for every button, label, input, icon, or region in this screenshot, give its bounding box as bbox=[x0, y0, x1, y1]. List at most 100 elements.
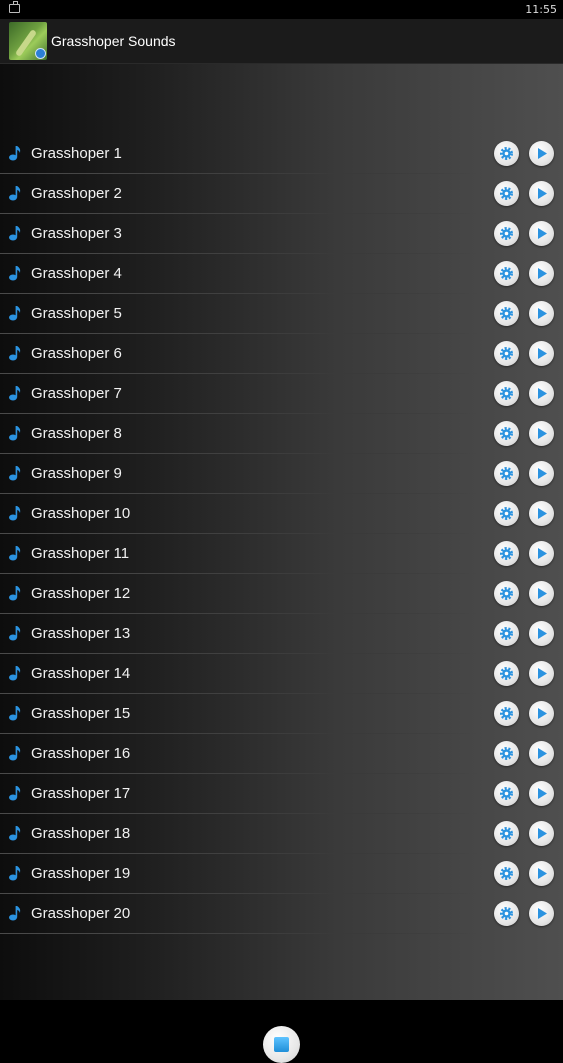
play-button[interactable] bbox=[529, 301, 554, 326]
settings-button[interactable] bbox=[494, 141, 519, 166]
list-item[interactable]: Grasshoper 7 bbox=[0, 374, 563, 414]
list-item[interactable]: Grasshoper 4 bbox=[0, 254, 563, 294]
settings-button[interactable] bbox=[494, 381, 519, 406]
settings-button[interactable] bbox=[494, 661, 519, 686]
play-icon bbox=[538, 508, 547, 519]
play-icon bbox=[538, 548, 547, 559]
stop-icon bbox=[274, 1037, 289, 1052]
music-note-icon bbox=[9, 466, 21, 481]
gear-icon bbox=[500, 467, 513, 480]
music-note-icon bbox=[9, 346, 21, 361]
settings-button[interactable] bbox=[494, 261, 519, 286]
list-item[interactable]: Grasshoper 10 bbox=[0, 494, 563, 534]
settings-button[interactable] bbox=[494, 621, 519, 646]
sound-label: Grasshoper 10 bbox=[31, 505, 131, 522]
play-button[interactable] bbox=[529, 221, 554, 246]
sound-label: Grasshoper 16 bbox=[31, 745, 131, 762]
music-note-icon bbox=[9, 666, 21, 681]
sound-label: Grasshoper 7 bbox=[31, 385, 122, 402]
settings-button[interactable] bbox=[494, 301, 519, 326]
list-item[interactable]: Grasshoper 3 bbox=[0, 214, 563, 254]
music-note-icon bbox=[9, 786, 21, 801]
music-note-icon bbox=[9, 866, 21, 881]
play-button[interactable] bbox=[529, 381, 554, 406]
play-button[interactable] bbox=[529, 461, 554, 486]
sound-label: Grasshoper 6 bbox=[31, 345, 122, 362]
play-icon bbox=[538, 388, 547, 399]
settings-button[interactable] bbox=[494, 421, 519, 446]
list-item[interactable]: Grasshoper 20 bbox=[0, 894, 563, 934]
music-note-icon bbox=[9, 266, 21, 281]
list-item[interactable]: Grasshoper 2 bbox=[0, 174, 563, 214]
settings-button[interactable] bbox=[494, 781, 519, 806]
play-button[interactable] bbox=[529, 581, 554, 606]
settings-button[interactable] bbox=[494, 501, 519, 526]
settings-button[interactable] bbox=[494, 861, 519, 886]
gear-icon bbox=[500, 667, 513, 680]
play-button[interactable] bbox=[529, 741, 554, 766]
play-button[interactable] bbox=[529, 701, 554, 726]
play-icon bbox=[538, 468, 547, 479]
sound-label: Grasshoper 3 bbox=[31, 225, 122, 242]
play-icon bbox=[538, 828, 547, 839]
play-icon bbox=[538, 348, 547, 359]
sound-label: Grasshoper 9 bbox=[31, 465, 122, 482]
app-logo-icon[interactable] bbox=[9, 22, 47, 60]
list-item[interactable]: Grasshoper 14 bbox=[0, 654, 563, 694]
settings-button[interactable] bbox=[494, 901, 519, 926]
list-item[interactable]: Grasshoper 15 bbox=[0, 694, 563, 734]
settings-button[interactable] bbox=[494, 581, 519, 606]
play-icon bbox=[538, 148, 547, 159]
gear-icon bbox=[500, 787, 513, 800]
sound-label: Grasshoper 12 bbox=[31, 585, 131, 602]
list-item[interactable]: Grasshoper 6 bbox=[0, 334, 563, 374]
play-button[interactable] bbox=[529, 901, 554, 926]
stop-button[interactable] bbox=[263, 1026, 300, 1063]
music-note-icon bbox=[9, 906, 21, 921]
list-item[interactable]: Grasshoper 8 bbox=[0, 414, 563, 454]
music-note-icon bbox=[9, 186, 21, 201]
play-button[interactable] bbox=[529, 501, 554, 526]
play-icon bbox=[538, 628, 547, 639]
gear-icon bbox=[500, 827, 513, 840]
sound-label: Grasshoper 14 bbox=[31, 665, 131, 682]
settings-button[interactable] bbox=[494, 221, 519, 246]
play-button[interactable] bbox=[529, 261, 554, 286]
list-item[interactable]: Grasshoper 19 bbox=[0, 854, 563, 894]
list-item[interactable]: Grasshoper 18 bbox=[0, 814, 563, 854]
sound-label: Grasshoper 20 bbox=[31, 905, 131, 922]
list-item[interactable]: Grasshoper 17 bbox=[0, 774, 563, 814]
settings-button[interactable] bbox=[494, 181, 519, 206]
settings-button[interactable] bbox=[494, 701, 519, 726]
settings-button[interactable] bbox=[494, 341, 519, 366]
play-icon bbox=[538, 868, 547, 879]
play-button[interactable] bbox=[529, 821, 554, 846]
list-item[interactable]: Grasshoper 13 bbox=[0, 614, 563, 654]
settings-button[interactable] bbox=[494, 541, 519, 566]
list-item[interactable]: Grasshoper 11 bbox=[0, 534, 563, 574]
play-button[interactable] bbox=[529, 541, 554, 566]
list-item[interactable]: Grasshoper 16 bbox=[0, 734, 563, 774]
list-item[interactable]: Grasshoper 9 bbox=[0, 454, 563, 494]
list-item[interactable]: Grasshoper 1 bbox=[0, 134, 563, 174]
play-button[interactable] bbox=[529, 421, 554, 446]
music-note-icon bbox=[9, 586, 21, 601]
list-item[interactable]: Grasshoper 5 bbox=[0, 294, 563, 334]
settings-button[interactable] bbox=[494, 821, 519, 846]
play-button[interactable] bbox=[529, 141, 554, 166]
settings-button[interactable] bbox=[494, 741, 519, 766]
play-button[interactable] bbox=[529, 781, 554, 806]
gear-icon bbox=[500, 907, 513, 920]
play-button[interactable] bbox=[529, 861, 554, 886]
gear-icon bbox=[500, 747, 513, 760]
gear-icon bbox=[500, 187, 513, 200]
status-bar: 11:55 bbox=[0, 0, 563, 19]
play-button[interactable] bbox=[529, 181, 554, 206]
play-button[interactable] bbox=[529, 621, 554, 646]
play-button[interactable] bbox=[529, 661, 554, 686]
play-button[interactable] bbox=[529, 341, 554, 366]
settings-button[interactable] bbox=[494, 461, 519, 486]
sound-label: Grasshoper 18 bbox=[31, 825, 131, 842]
list-item[interactable]: Grasshoper 12 bbox=[0, 574, 563, 614]
app-title: Grasshoper Sounds bbox=[51, 33, 176, 49]
